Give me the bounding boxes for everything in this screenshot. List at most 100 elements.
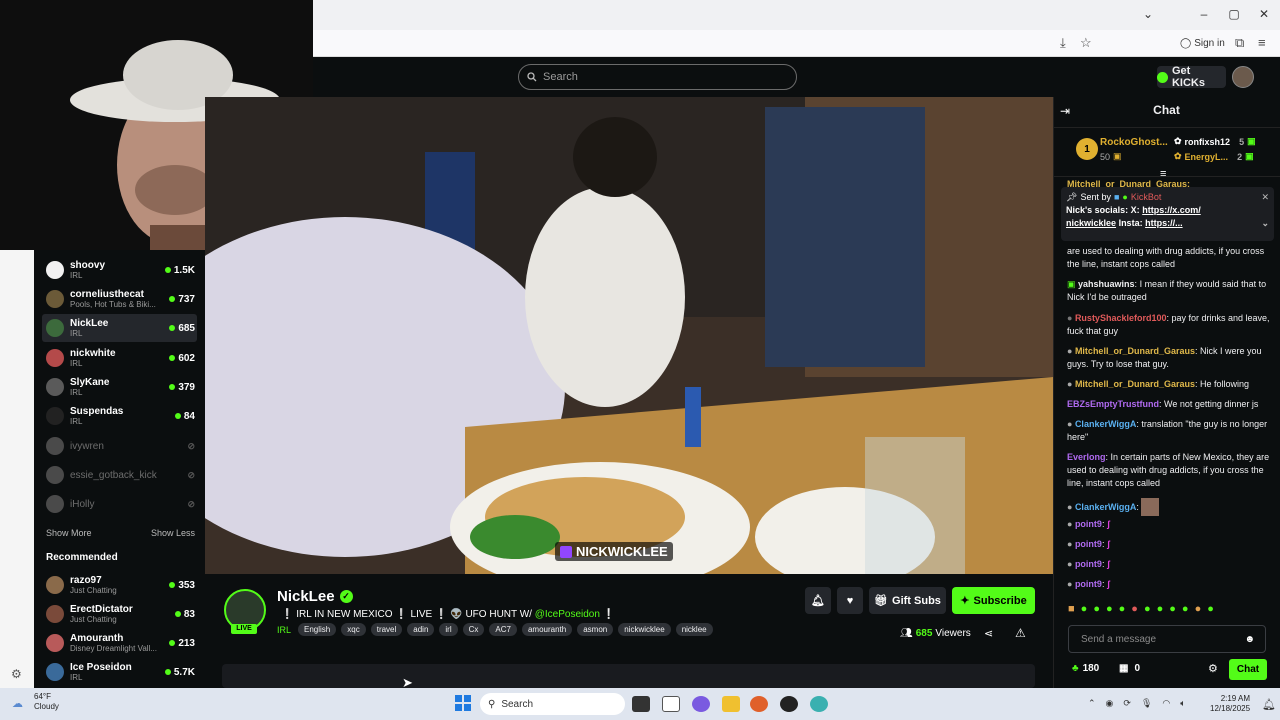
live-dot-icon [169, 640, 176, 646]
tag[interactable]: AC7 [489, 623, 517, 636]
file-explorer-icon[interactable] [722, 696, 740, 712]
top-gifter-count: 50 ▣ [1100, 151, 1122, 162]
chevron-down-icon[interactable]: ⌄ [1261, 217, 1269, 230]
obs-icon[interactable] [780, 696, 798, 712]
gift-subs-button[interactable]: 🎁︎ Gift Subs [869, 587, 946, 614]
emote-icon[interactable]: ● [1207, 603, 1214, 615]
sidebar-channel-slykane[interactable]: SlyKane IRL 379 [42, 373, 197, 401]
signin-button[interactable]: ◯ Sign in [1180, 34, 1225, 53]
task-view-icon[interactable] [632, 696, 650, 712]
get-kicks-button[interactable]: Get KICKs [1157, 65, 1226, 89]
wifi-icon[interactable]: ◠ [1162, 698, 1170, 709]
emote-icon[interactable]: ■ [1068, 603, 1075, 615]
verified-icon: ✓ [339, 590, 353, 603]
search-input[interactable]: Search [518, 64, 797, 90]
report-icon[interactable]: ⚠ [1015, 626, 1026, 640]
chevron-up-icon[interactable]: ⌃ [1088, 698, 1096, 709]
sidebar-channel-nicklee[interactable]: NickLee IRL 685 [42, 314, 197, 342]
tag[interactable]: English [298, 623, 337, 636]
tag[interactable]: irl [439, 623, 458, 636]
settings-gear-icon[interactable]: ⚙ [11, 667, 22, 681]
sidebar-channel-nickwhite[interactable]: nickwhite IRL 602 [42, 344, 197, 372]
streamer-name[interactable]: NickLee ✓ [277, 588, 353, 605]
chat-message-input[interactable]: Send a message ☻ [1068, 625, 1266, 653]
sidebar-channel-ivywren[interactable]: ivywren ⊘ [42, 432, 197, 460]
chat-settings-gear-icon[interactable]: ⚙ [1208, 662, 1218, 675]
subscribe-button[interactable]: ✦ Subscribe [952, 587, 1035, 614]
kicks-coin-icon [1157, 71, 1168, 83]
tag[interactable]: nickwicklee [618, 623, 671, 636]
maximize-icon[interactable]: ▢ [1224, 7, 1244, 21]
notifications-bell-icon[interactable]: 🔔︎ [1262, 698, 1276, 711]
unpin-icon[interactable]: ✕ [1261, 191, 1269, 204]
emote-icon[interactable]: ● [1106, 603, 1113, 615]
sidebar-channel-essie[interactable]: essie_gotback_kick ⊘ [42, 461, 197, 489]
sidebar-channel-amouranth[interactable]: Amouranth Disney Dreamlight Vall... 213 [42, 629, 197, 657]
mention-link[interactable]: @IcePoseidon [535, 609, 600, 620]
sidebar-channel-suspendas[interactable]: Suspendas IRL 84 [42, 402, 197, 430]
download-icon[interactable]: ⤓ [1060, 35, 1066, 51]
gifter-row[interactable]: ✿ EnergyL... 2 ▣ [1174, 151, 1254, 162]
video-player[interactable]: NICKWICKLEE [205, 97, 1053, 574]
chevron-down-icon[interactable]: ⌄ [1138, 7, 1158, 21]
show-more-link[interactable]: Show More [46, 528, 92, 538]
notification-bell-button[interactable]: 🔔︎ [805, 587, 831, 614]
app-icon[interactable] [810, 696, 828, 712]
avatar[interactable] [1232, 66, 1254, 88]
emote-icon[interactable]: ● [1144, 603, 1151, 615]
taskbar-search[interactable]: ⚲ Search [480, 693, 625, 715]
kicks-balance[interactable]: ♣ 180 [1072, 663, 1099, 674]
tag[interactable]: Cx [462, 623, 485, 636]
close-icon[interactable]: ✕ [1254, 7, 1274, 21]
emote-icon[interactable]: ● [1093, 603, 1100, 615]
emote-icon[interactable]: ● [1081, 603, 1088, 615]
search-icon [527, 72, 537, 82]
show-less-link[interactable]: Show Less [151, 528, 195, 538]
tag[interactable]: xqc [341, 623, 366, 636]
weather-widget[interactable]: 64°F Cloudy [34, 692, 59, 712]
menu-icon[interactable]: ≡ [1258, 35, 1266, 50]
emote-icon[interactable]: ● [1195, 603, 1202, 615]
emote-icon[interactable]: ● [1169, 603, 1176, 615]
emote-icon[interactable]: ● [1119, 603, 1126, 615]
firefox-icon[interactable] [750, 696, 768, 712]
bookmark-star-icon[interactable]: ☆ [1080, 35, 1092, 51]
network-icon[interactable]: ◉ [1106, 698, 1114, 709]
sidebar-channel-shoovy[interactable]: shoovy IRL 1.5K [42, 256, 197, 284]
sidebar-channel-iholly[interactable]: iHolly ⊘ [42, 490, 197, 518]
extensions-icon[interactable]: ⧉ [1235, 35, 1244, 51]
gift-icon: ▣ [1113, 151, 1122, 161]
emote-icon[interactable]: ● [1157, 603, 1164, 615]
taskbar-clock[interactable]: 2:19 AM 12/18/2025 [1210, 694, 1250, 714]
avatar [46, 663, 64, 681]
follow-heart-button[interactable]: ♥ [837, 587, 863, 614]
volume-icon[interactable]: 🔈︎ [1180, 698, 1185, 709]
sidebar-channel-iceposeidon[interactable]: Ice Poseidon IRL 5.7K [42, 658, 197, 686]
avatar [46, 634, 64, 652]
gifter-row[interactable]: ✿ ronfixsh12 5 ▣ [1174, 136, 1256, 147]
tag[interactable]: adin [407, 623, 435, 636]
tag[interactable]: nicklee [675, 623, 713, 636]
sidebar-channel-erectdictator[interactable]: ErectDictator Just Chatting 83 [42, 600, 197, 628]
emote-icon: ʃ [1106, 519, 1110, 529]
category-link[interactable]: IRL [277, 625, 291, 635]
minimize-icon[interactable]: – [1194, 7, 1214, 21]
sub-balance[interactable]: ▦ 0 [1119, 663, 1140, 674]
share-icon[interactable]: ⋖ [984, 627, 993, 640]
notepad-icon[interactable] [662, 696, 680, 712]
tag[interactable]: travel [370, 623, 403, 636]
windows-start-icon[interactable] [455, 695, 471, 711]
sidebar-channel-razo97[interactable]: razo97 Just Chatting 353 [42, 571, 197, 599]
emote-icon[interactable]: ● [1131, 603, 1138, 615]
tag[interactable]: amouranth [521, 623, 573, 636]
emote-icon[interactable]: ● [1182, 603, 1189, 615]
tag[interactable]: asmon [577, 623, 614, 636]
emoji-picker-icon[interactable]: ☻ [1244, 634, 1255, 645]
mic-icon[interactable]: 🎙︎ [1141, 698, 1152, 709]
sync-icon[interactable]: ⟳ [1123, 698, 1131, 709]
sidebar-channel-corneliusthecat[interactable]: corneliusthecat Pools, Hot Tubs & Biki...… [42, 285, 197, 313]
chat-message: ● point9: ʃ [1067, 539, 1110, 549]
top-gifter-name[interactable]: RockoGhost... [1100, 137, 1168, 148]
chat-send-button[interactable]: Chat [1229, 659, 1267, 680]
copilot-icon[interactable] [692, 696, 710, 712]
